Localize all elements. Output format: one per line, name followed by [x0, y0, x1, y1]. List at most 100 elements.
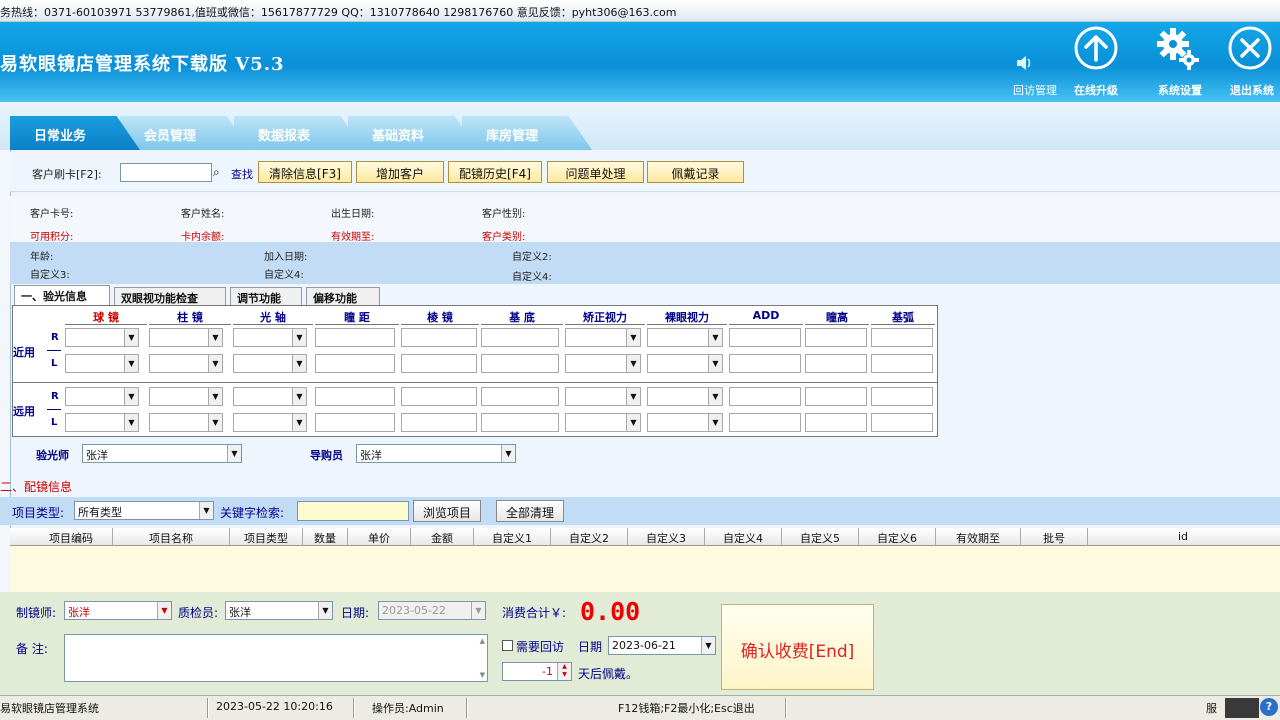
near-r-cell-10[interactable]: [871, 328, 933, 347]
chevron-down-icon[interactable]: ▼: [626, 329, 640, 346]
far-r-cell-5[interactable]: [481, 387, 559, 406]
browse-items-button[interactable]: 浏览项目: [413, 500, 481, 522]
guide-select[interactable]: 张洋 ▼: [356, 444, 516, 463]
chevron-down-icon[interactable]: ▼: [227, 445, 241, 462]
near-r-cell-3[interactable]: [315, 328, 395, 347]
card-input[interactable]: [120, 163, 212, 182]
near-l-cell-4[interactable]: [401, 354, 477, 373]
chevron-down-icon[interactable]: ▼: [292, 388, 306, 405]
far-r-cell-0[interactable]: ▼: [65, 387, 139, 406]
keyword-input[interactable]: [297, 501, 409, 521]
settings-button[interactable]: 系统设置: [1145, 22, 1215, 102]
far-l-cell-1[interactable]: ▼: [149, 413, 223, 432]
chevron-down-icon[interactable]: ▼: [708, 414, 722, 431]
scroll-down-icon[interactable]: ▼: [480, 671, 485, 679]
chevron-down-icon[interactable]: ▼: [501, 445, 515, 462]
chevron-down-icon[interactable]: ▼: [292, 329, 306, 346]
near-l-cell-3[interactable]: [315, 354, 395, 373]
far-l-cell-10[interactable]: [871, 413, 933, 432]
followup-date-picker[interactable]: 2023-06-21 ▼: [608, 636, 716, 655]
upgrade-button[interactable]: 在线升级: [1061, 22, 1131, 102]
optometrist-select[interactable]: 张洋 ▼: [82, 444, 242, 463]
date-picker[interactable]: 2023-05-22 ▼: [378, 601, 486, 620]
far-r-cell-10[interactable]: [871, 387, 933, 406]
note-textarea[interactable]: ▲ ▼: [64, 634, 488, 682]
subtab-accommodation[interactable]: 调节功能: [230, 287, 302, 305]
chevron-down-icon[interactable]: ▼: [626, 414, 640, 431]
chevron-down-icon[interactable]: ▼: [708, 329, 722, 346]
chevron-down-icon[interactable]: ▼: [124, 414, 138, 431]
items-table-body[interactable]: [10, 546, 1280, 592]
near-l-cell-0[interactable]: ▼: [65, 354, 139, 373]
maker-select[interactable]: 张洋 ▼: [64, 601, 172, 620]
far-r-cell-1[interactable]: ▼: [149, 387, 223, 406]
chevron-down-icon[interactable]: ▼: [208, 355, 222, 372]
help-icon[interactable]: ?: [1260, 698, 1278, 716]
near-l-cell-9[interactable]: [805, 354, 867, 373]
far-r-cell-8[interactable]: [729, 387, 801, 406]
chevron-down-icon[interactable]: ▼: [626, 355, 640, 372]
chevron-down-icon[interactable]: ▼: [208, 329, 222, 346]
chevron-down-icon[interactable]: ▼: [124, 355, 138, 372]
item-type-select[interactable]: 所有类型 ▼: [74, 501, 214, 520]
near-l-cell-6[interactable]: ▼: [565, 354, 641, 373]
far-l-cell-6[interactable]: ▼: [565, 413, 641, 432]
near-l-cell-1[interactable]: ▼: [149, 354, 223, 373]
far-r-cell-2[interactable]: ▼: [233, 387, 307, 406]
near-r-cell-1[interactable]: ▼: [149, 328, 223, 347]
far-l-cell-8[interactable]: [729, 413, 801, 432]
near-l-cell-2[interactable]: ▼: [233, 354, 307, 373]
far-l-cell-4[interactable]: [401, 413, 477, 432]
chevron-down-icon[interactable]: ▼: [318, 602, 332, 619]
subtab-optometry[interactable]: 一、验光信息: [14, 285, 110, 305]
near-r-cell-2[interactable]: ▼: [233, 328, 307, 347]
near-r-cell-5[interactable]: [481, 328, 559, 347]
tab-reports[interactable]: 数据报表: [234, 116, 364, 150]
chevron-down-icon[interactable]: ▼: [208, 414, 222, 431]
subtab-binocular[interactable]: 双眼视功能检查: [114, 287, 226, 305]
confirm-payment-button[interactable]: 确认收费[End]: [721, 604, 874, 690]
scroll-up-icon[interactable]: ▲: [480, 637, 485, 645]
near-l-cell-10[interactable]: [871, 354, 933, 373]
tab-members[interactable]: 会员管理: [120, 116, 250, 150]
near-r-cell-0[interactable]: ▼: [65, 328, 139, 347]
chevron-down-icon[interactable]: ▼: [471, 602, 485, 619]
exit-button[interactable]: 退出系统: [1222, 22, 1280, 102]
near-r-cell-8[interactable]: [729, 328, 801, 347]
near-l-cell-5[interactable]: [481, 354, 559, 373]
near-l-cell-8[interactable]: [729, 354, 801, 373]
chevron-down-icon[interactable]: ▼: [157, 602, 171, 619]
chevron-down-icon[interactable]: ▼: [708, 388, 722, 405]
far-l-cell-3[interactable]: [315, 413, 395, 432]
far-l-cell-7[interactable]: ▼: [647, 413, 723, 432]
near-r-cell-7[interactable]: ▼: [647, 328, 723, 347]
far-l-cell-2[interactable]: ▼: [233, 413, 307, 432]
add-customer-button[interactable]: 增加客户: [356, 161, 444, 183]
tab-basic-data[interactable]: 基础资料: [348, 116, 478, 150]
near-r-cell-4[interactable]: [401, 328, 477, 347]
followup-button[interactable]: 回访管理: [1000, 22, 1070, 102]
clear-info-button[interactable]: 清除信息[F3]: [258, 161, 352, 183]
binoculars-icon[interactable]: ⌕: [213, 165, 220, 180]
followup-checkbox[interactable]: [502, 640, 513, 651]
days-stepper[interactable]: -1 ▲ ▼: [502, 662, 572, 681]
wear-record-button[interactable]: 佩戴记录: [647, 161, 744, 183]
chevron-down-icon[interactable]: ▼: [626, 388, 640, 405]
near-r-cell-6[interactable]: ▼: [565, 328, 641, 347]
chevron-down-icon[interactable]: ▼: [199, 502, 213, 519]
far-l-cell-0[interactable]: ▼: [65, 413, 139, 432]
far-r-cell-6[interactable]: ▼: [565, 387, 641, 406]
near-r-cell-9[interactable]: [805, 328, 867, 347]
far-r-cell-7[interactable]: ▼: [647, 387, 723, 406]
chevron-down-icon[interactable]: ▼: [292, 414, 306, 431]
search-label[interactable]: 查找: [231, 166, 253, 182]
spin-arrows-icon[interactable]: ▲ ▼: [557, 663, 571, 680]
chevron-down-icon[interactable]: ▼: [701, 637, 715, 654]
glasses-history-button[interactable]: 配镜历史[F4]: [448, 161, 542, 183]
far-l-cell-9[interactable]: [805, 413, 867, 432]
subtab-deviation[interactable]: 偏移功能: [306, 287, 380, 305]
issue-ticket-button[interactable]: 问题单处理: [547, 161, 644, 183]
tab-warehouse[interactable]: 库房管理: [462, 116, 592, 150]
far-r-cell-9[interactable]: [805, 387, 867, 406]
chevron-down-icon[interactable]: ▼: [708, 355, 722, 372]
